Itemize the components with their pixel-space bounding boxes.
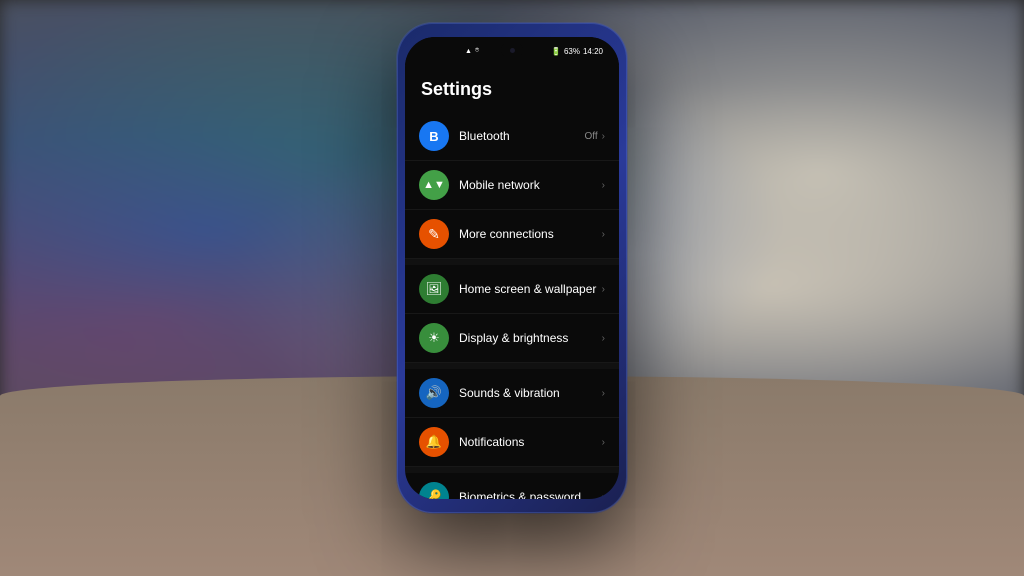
- screen-content[interactable]: Settings B Bluetooth Off › ▲▼ Mobile net…: [405, 65, 619, 499]
- scene: ▲ ⌾ 🔋 63% 14:20 Settings B Bluetooth: [0, 0, 1024, 576]
- settings-item-mobile-network[interactable]: ▲▼ Mobile network ›: [405, 161, 619, 210]
- settings-item-notifications[interactable]: 🔔 Notifications ›: [405, 418, 619, 467]
- phone-screen: ▲ ⌾ 🔋 63% 14:20 Settings B Bluetooth: [405, 37, 619, 499]
- notifications-icon: 🔔: [419, 427, 449, 457]
- time: 14:20: [583, 47, 603, 56]
- camera-notch: [501, 43, 523, 57]
- bluetooth-label: Bluetooth: [459, 129, 585, 143]
- notifications-chevron: ›: [602, 437, 605, 448]
- sounds-vibration-chevron: ›: [602, 388, 605, 399]
- settings-item-sounds-vibration[interactable]: 🔊 Sounds & vibration ›: [405, 369, 619, 418]
- bluetooth-chevron: ›: [602, 131, 605, 142]
- more-connections-label: More connections: [459, 227, 602, 241]
- status-left: ▲ ⌾: [465, 47, 479, 55]
- display-brightness-label: Display & brightness: [459, 331, 602, 345]
- biometrics-icon: 🔑: [419, 482, 449, 499]
- status-bar: ▲ ⌾ 🔋 63% 14:20: [405, 37, 619, 65]
- more-connections-icon: ✎: [419, 219, 449, 249]
- settings-item-display-brightness[interactable]: ☀ Display & brightness ›: [405, 314, 619, 363]
- wifi-icon: ⌾: [475, 47, 479, 55]
- settings-item-bluetooth[interactable]: B Bluetooth Off ›: [405, 112, 619, 161]
- more-connections-chevron: ›: [602, 229, 605, 240]
- home-screen-label: Home screen & wallpaper: [459, 282, 602, 296]
- camera-dot: [510, 48, 515, 53]
- mobile-network-icon: ▲▼: [419, 170, 449, 200]
- settings-item-biometrics[interactable]: 🔑 Biometrics & password ›: [405, 473, 619, 499]
- sounds-vibration-label: Sounds & vibration: [459, 386, 602, 400]
- battery-icon: 🔋: [551, 47, 561, 56]
- page-title: Settings: [405, 69, 619, 112]
- phone: ▲ ⌾ 🔋 63% 14:20 Settings B Bluetooth: [397, 23, 627, 513]
- biometrics-chevron: ›: [602, 492, 605, 500]
- sounds-vibration-icon: 🔊: [419, 378, 449, 408]
- mobile-network-chevron: ›: [602, 180, 605, 191]
- settings-list: B Bluetooth Off › ▲▼ Mobile network › ✎: [405, 112, 619, 499]
- signal-icon: ▲: [465, 48, 472, 55]
- battery-percent: 63%: [564, 47, 580, 56]
- settings-item-home-screen[interactable]: 🖼 Home screen & wallpaper ›: [405, 265, 619, 314]
- biometrics-label: Biometrics & password: [459, 490, 602, 499]
- home-screen-chevron: ›: [602, 284, 605, 295]
- home-screen-icon: 🖼: [419, 274, 449, 304]
- status-right: 🔋 63% 14:20: [551, 47, 603, 56]
- notifications-label: Notifications: [459, 435, 602, 449]
- bluetooth-value: Off: [585, 131, 598, 142]
- settings-item-more-connections[interactable]: ✎ More connections ›: [405, 210, 619, 259]
- display-brightness-chevron: ›: [602, 333, 605, 344]
- display-brightness-icon: ☀: [419, 323, 449, 353]
- mobile-network-label: Mobile network: [459, 178, 602, 192]
- bluetooth-icon: B: [419, 121, 449, 151]
